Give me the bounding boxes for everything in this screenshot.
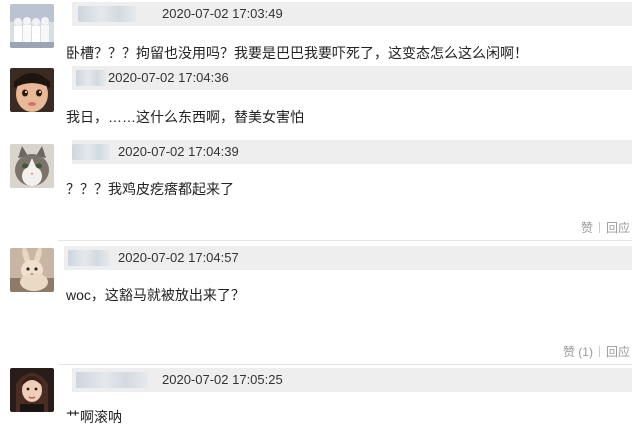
username-blurred[interactable] [76,372,148,388]
comment-timestamp: 2020-07-02 17:03:49 [162,6,283,21]
avatar-rabbit-icon[interactable] [10,248,54,292]
like-button[interactable]: 赞 (1) [563,345,593,359]
comment-timestamp: 2020-07-02 17:05:25 [162,372,283,387]
action-divider [598,222,600,233]
comment-actions: 赞 (1) 回应 [563,344,630,360]
avatar-child-face-icon[interactable] [10,68,54,112]
comment-text: 我日，……这什么东西啊，替美女害怕 [66,109,304,125]
reply-button[interactable]: 回应 [606,345,630,359]
avatar-group-photo-icon[interactable] [10,4,54,48]
username-blurred[interactable] [78,6,136,22]
comment-text: woc，这豁马就被放出来了？ [66,287,245,303]
avatar-cat-icon[interactable] [10,144,54,188]
comment-item: 2020-07-02 17:04:57 woc，这豁马就被放出来了？ 赞 (1)… [0,246,640,364]
comment-header: 2020-07-02 17:05:25 [72,368,632,392]
comment-timestamp: 2020-07-02 17:04:57 [118,250,239,265]
comment-timestamp: 2020-07-02 17:04:36 [108,70,229,85]
comment-header: 2020-07-02 17:04:39 [72,140,632,164]
comment-header: 2020-07-02 17:04:36 [72,66,632,90]
comment-text: 卧槽？？？拘留也没用吗？我要是巴巴我要吓死了，这变态怎么这么闲啊！ [66,45,528,61]
username-blurred[interactable] [68,250,110,266]
like-button[interactable]: 赞 [581,221,593,235]
username-blurred[interactable] [72,144,110,160]
comment-text: ？？？我鸡皮疙瘩都起来了 [66,181,234,197]
comment-actions: 赞回应 [581,220,630,236]
comment-item: 2020-07-02 17:03:49 卧槽？？？拘留也没用吗？我要是巴巴我要吓… [0,0,640,70]
comment-item: 2020-07-02 17:04:39 ？？？我鸡皮疙瘩都起来了 赞回应 [0,138,640,238]
comment-text: 艹啊滚呐 [66,409,122,425]
comment-divider [58,364,632,365]
username-blurred[interactable] [76,70,106,86]
action-divider [598,346,600,357]
reply-button[interactable]: 回应 [606,221,630,235]
comment-header: 2020-07-02 17:04:57 [64,246,632,270]
comment-list: 2020-07-02 17:03:49 卧槽？？？拘留也没用吗？我要是巴巴我要吓… [0,0,640,426]
comment-divider [58,240,632,241]
avatar-woman-portrait-icon[interactable] [10,368,54,412]
comment-timestamp: 2020-07-02 17:04:39 [118,144,239,159]
comment-item: 2020-07-02 17:04:36 我日，……这什么东西啊，替美女害怕 [0,66,640,136]
comment-header: 2020-07-02 17:03:49 [72,2,632,26]
comment-item: 2020-07-02 17:05:25 艹啊滚呐 [0,366,640,426]
